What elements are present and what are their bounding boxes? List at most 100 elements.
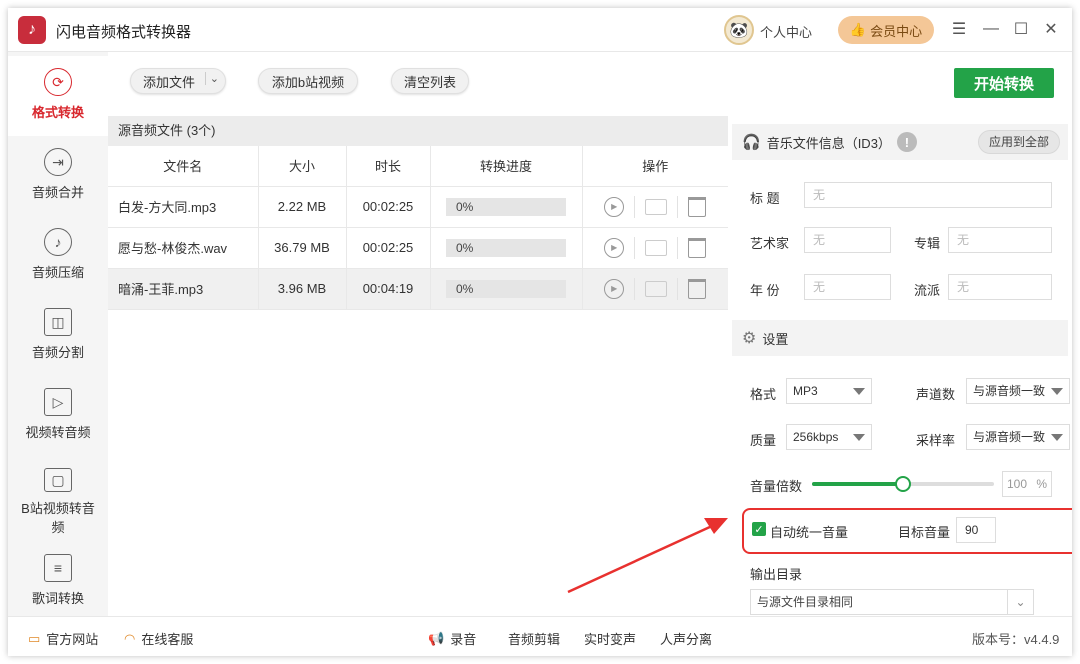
official-site-link[interactable]: ▭ 官方网站 <box>28 629 98 648</box>
quality-select[interactable]: 256kbps <box>786 424 872 450</box>
volume-slider-fill <box>812 482 903 486</box>
file-duration: 00:02:25 <box>346 186 431 228</box>
minimize-icon[interactable]: — <box>980 18 1002 40</box>
column-header: 操作 <box>582 146 728 187</box>
monitor-icon: ▭ <box>28 630 41 646</box>
file-duration: 00:02:25 <box>346 227 431 269</box>
file-size: 3.96 MB <box>258 268 347 310</box>
bottom-bar: ▭ 官方网站 ◠ 在线客服 📢 录音 音频剪辑 实时变声 人声分离 版本号：v4… <box>8 616 1072 656</box>
sidebar-item-label: 音频合并 <box>31 185 84 200</box>
output-dir-select[interactable]: 与源文件目录相同 ⌄ <box>750 589 1034 615</box>
avatar[interactable]: 🐼 <box>724 15 754 45</box>
quality-value: 256kbps <box>793 430 839 444</box>
gear-icon: ⚙ <box>742 330 757 347</box>
folder-icon[interactable] <box>645 198 668 215</box>
audio-edit-link[interactable]: 音频剪辑 <box>508 629 560 648</box>
file-duration: 00:04:19 <box>346 268 431 310</box>
table-row[interactable]: 愿与愁-林俊杰.wav 36.79 MB 00:02:25 0% ▶ <box>108 227 728 269</box>
auto-volume-checkbox[interactable]: ✓ <box>752 522 766 536</box>
volume-unit: % <box>1036 477 1048 491</box>
genre-label: 流派 <box>914 283 941 298</box>
ops-cell: ▶ <box>582 227 728 269</box>
sidebar-item-lyrics-convert[interactable]: ≡ 歌词转换 <box>8 542 108 622</box>
clear-list-button[interactable]: 清空列表 <box>391 68 469 94</box>
progress-bar: 0% <box>446 238 566 257</box>
file-list-header: 源音频文件 (3个) <box>108 116 728 146</box>
app-title: 闪电音频格式转换器 <box>56 24 192 41</box>
play-icon[interactable]: ▶ <box>604 196 625 217</box>
video-audio-icon: ▷ <box>44 388 72 416</box>
sidebar-item-label: 歌词转换 <box>31 591 84 606</box>
trash-icon[interactable] <box>688 237 707 258</box>
play-icon[interactable]: ▶ <box>604 278 625 299</box>
trash-icon[interactable] <box>688 196 707 217</box>
right-panel: 🎧 音乐文件信息（ID3） ! 应用到全部 标 题 无 艺术家 无 专辑 无 年… <box>732 116 1072 616</box>
headphones-icon: 🎧 <box>742 134 761 151</box>
volume-input[interactable]: 100 % <box>1002 471 1052 497</box>
file-size: 36.79 MB <box>258 227 347 269</box>
channels-label: 声道数 <box>916 387 956 402</box>
id3-section-header: 🎧 音乐文件信息（ID3） ! 应用到全部 <box>732 124 1068 160</box>
channels-value: 与源音频一致 <box>973 384 1046 398</box>
chevron-down-icon <box>1051 388 1063 395</box>
record-link[interactable]: 📢 录音 <box>428 629 476 648</box>
member-center-label: 会员中心 <box>870 23 923 39</box>
album-label: 专辑 <box>914 236 941 251</box>
play-icon[interactable]: ▶ <box>604 237 625 258</box>
add-file-button[interactable]: 添加文件 ⌄ <box>130 68 226 94</box>
file-size: 2.22 MB <box>258 186 347 228</box>
add-bilibili-button[interactable]: 添加b站视频 <box>258 68 358 94</box>
volume-slider[interactable] <box>812 476 994 492</box>
user-center-link[interactable]: 个人中心 <box>760 22 812 41</box>
format-select[interactable]: MP3 <box>786 378 872 404</box>
sidebar-item-video-to-audio[interactable]: ▷ 视频转音频 <box>8 376 108 456</box>
divider <box>677 195 679 218</box>
realtime-voice-link[interactable]: 实时变声 <box>584 629 636 648</box>
file-list-panel: 源音频文件 (3个) 文件名 大小 时长 转换进度 操作 白发-方大同.mp3 … <box>108 116 728 616</box>
table-row[interactable]: 暗涌-王菲.mp3 3.96 MB 00:04:19 0% ▶ <box>108 268 728 310</box>
member-center-button[interactable]: 👍 会员中心 <box>838 16 934 44</box>
file-name: 暗涌-王菲.mp3 <box>108 268 259 310</box>
title-field[interactable]: 无 <box>804 182 1052 208</box>
settings-section-header: ⚙ 设置 <box>732 320 1068 356</box>
channels-select[interactable]: 与源音频一致 <box>966 378 1070 404</box>
sidebar-item-audio-merge[interactable]: ⇥ 音频合并 <box>8 136 108 216</box>
sidebar-item-format-convert[interactable]: ⟳ 格式转换 <box>8 56 108 136</box>
year-field[interactable]: 无 <box>804 274 891 300</box>
vocal-separate-link[interactable]: 人声分离 <box>660 629 712 648</box>
megaphone-icon: 📢 <box>428 630 445 646</box>
chevron-down-icon <box>1051 434 1063 441</box>
sidebar: ⟳ 格式转换 ⇥ 音频合并 ♪ 音频压缩 ◫ 音频分割 ▷ 视频转音频 ▢ B站… <box>8 52 108 616</box>
apply-all-button[interactable]: 应用到全部 <box>977 130 1060 154</box>
format-value: MP3 <box>793 384 818 398</box>
sidebar-item-audio-split[interactable]: ◫ 音频分割 <box>8 296 108 376</box>
volume-slider-handle[interactable] <box>895 476 911 492</box>
info-icon[interactable]: ! <box>896 132 917 152</box>
table-row[interactable]: 白发-方大同.mp3 2.22 MB 00:02:25 0% ▶ <box>108 186 728 228</box>
column-header: 转换进度 <box>430 146 583 187</box>
sidebar-item-bilibili-to-audio[interactable]: ▢ B站视频转音频 <box>8 456 108 536</box>
add-file-label: 添加文件 <box>143 74 196 90</box>
trash-icon[interactable] <box>688 278 707 299</box>
divider <box>677 277 679 300</box>
column-header: 大小 <box>258 146 347 187</box>
online-service-link[interactable]: ◠ 在线客服 <box>124 629 193 648</box>
genre-field[interactable]: 无 <box>948 274 1052 300</box>
app-window: ♪ 闪电音频格式转换器 🐼 个人中心 👍 会员中心 ☰ — ☐ ✕ ⟳ 格式转换… <box>8 8 1072 656</box>
close-icon[interactable]: ✕ <box>1040 18 1062 40</box>
progress-cell: 0% <box>430 268 583 310</box>
target-volume-input[interactable]: 90 <box>956 517 996 543</box>
sidebar-item-audio-compress[interactable]: ♪ 音频压缩 <box>8 216 108 296</box>
folder-icon[interactable] <box>645 280 668 297</box>
artist-field[interactable]: 无 <box>804 227 891 253</box>
thumb-up-icon: 👍 <box>849 22 867 37</box>
samplerate-select[interactable]: 与源音频一致 <box>966 424 1070 450</box>
folder-icon[interactable] <box>645 239 668 256</box>
maximize-icon[interactable]: ☐ <box>1010 18 1032 40</box>
official-site-label: 官方网站 <box>46 632 99 647</box>
album-field[interactable]: 无 <box>948 227 1052 253</box>
progress-cell: 0% <box>430 186 583 228</box>
menu-icon[interactable]: ☰ <box>948 18 970 40</box>
chevron-down-icon[interactable]: ⌄ <box>204 72 219 85</box>
start-convert-button[interactable]: 开始转换 <box>954 68 1054 98</box>
